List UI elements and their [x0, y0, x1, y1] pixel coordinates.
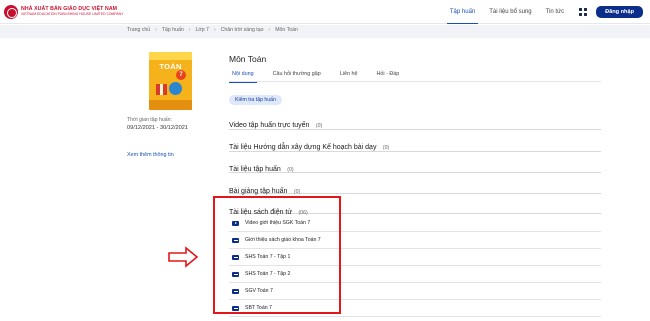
nav-tin-tuc[interactable]: Tin tức — [546, 0, 564, 24]
training-period-value: 09/12/2021 - 30/12/2021 — [127, 125, 188, 131]
tab-cau-hoi[interactable]: Câu hỏi thường gặp — [270, 70, 324, 82]
section-count: (0) — [293, 189, 301, 195]
logo-subname: VIETNAM EDUCATION PUBLISHING HOUSE LIMIT… — [21, 12, 124, 17]
section-count: (0) — [382, 145, 390, 151]
logo-icon — [4, 5, 18, 19]
breadcrumb-current: Môn Toán — [275, 27, 298, 33]
test-button[interactable]: Kiểm tra tập huấn — [229, 95, 282, 105]
book-cover: TOÁN 7 — [149, 52, 192, 110]
pointer-arrow-icon — [168, 246, 199, 268]
chevron-right-icon: › — [188, 27, 191, 33]
section-video[interactable]: Video tập huấn trực tuyến (0) — [229, 114, 601, 130]
chevron-right-icon: › — [155, 27, 157, 33]
cover-title: TOÁN — [159, 62, 182, 71]
section-title: Bài giảng tập huấn — [229, 188, 288, 195]
main-nav: Tập huấn Tài liệu bổ sung Tin tức Đăng n… — [443, 0, 650, 24]
publisher-logo[interactable]: NHÀ XUẤT BẢN GIÁO DỤC VIỆT NAM VIETNAM E… — [4, 3, 123, 21]
cover-grade: 7 — [176, 70, 186, 80]
section-ke-hoach[interactable]: Tài liệu Hướng dẫn xây dựng Kế hoạch bài… — [229, 136, 601, 152]
section-title: Tài liệu Hướng dẫn xây dựng Kế hoạch bài… — [229, 144, 377, 151]
highlight-box — [213, 196, 341, 314]
gift-illustration — [156, 84, 167, 95]
nav-tap-huan[interactable]: Tập huấn — [446, 0, 479, 24]
section-bai-giang[interactable]: Bài giảng tập huấn (0) — [229, 180, 601, 195]
breadcrumb-item[interactable]: Chân trời sáng tạo — [221, 27, 264, 33]
breadcrumb-item[interactable]: Tập huấn — [162, 27, 184, 33]
tab-hoi-dap[interactable]: Hỏi - Đáp — [374, 70, 403, 82]
section-tai-lieu[interactable]: Tài liệu tập huấn (0) — [229, 158, 601, 173]
course-tabs: Nội dung Câu hỏi thường gặp Liên hệ Hỏi … — [229, 70, 601, 83]
tab-noi-dung[interactable]: Nội dung — [229, 70, 257, 83]
course-title: Môn Toán — [229, 54, 267, 64]
section-title: Tài liệu tập huấn — [229, 166, 281, 173]
section-count: (0) — [315, 123, 323, 129]
breadcrumb-item[interactable]: Trang chủ — [127, 27, 150, 33]
chevron-right-icon: › — [268, 27, 271, 33]
top-header: NHÀ XUẤT BẢN GIÁO DỤC VIỆT NAM VIETNAM E… — [0, 0, 650, 24]
ball-illustration — [169, 82, 182, 95]
breadcrumb-item[interactable]: Lớp 7 — [195, 27, 209, 33]
nav-tai-lieu-bo-sung[interactable]: Tài liệu bổ sung — [489, 0, 531, 24]
apps-grid-icon[interactable] — [579, 7, 588, 17]
login-button[interactable]: Đăng nhập — [596, 6, 643, 18]
breadcrumb-band — [0, 25, 650, 38]
tab-lien-he[interactable]: Liên hệ — [337, 70, 361, 82]
more-info-link[interactable]: Xem thêm thông tin — [127, 152, 174, 158]
breadcrumb: Trang chủ › Tập huấn › Lớp 7 › Chân trời… — [127, 27, 298, 33]
chevron-right-icon: › — [213, 27, 216, 33]
training-period-label: Thời gian tập huấn: — [127, 117, 172, 123]
section-title: Video tập huấn trực tuyến — [229, 122, 310, 129]
section-count: (0) — [287, 167, 294, 173]
